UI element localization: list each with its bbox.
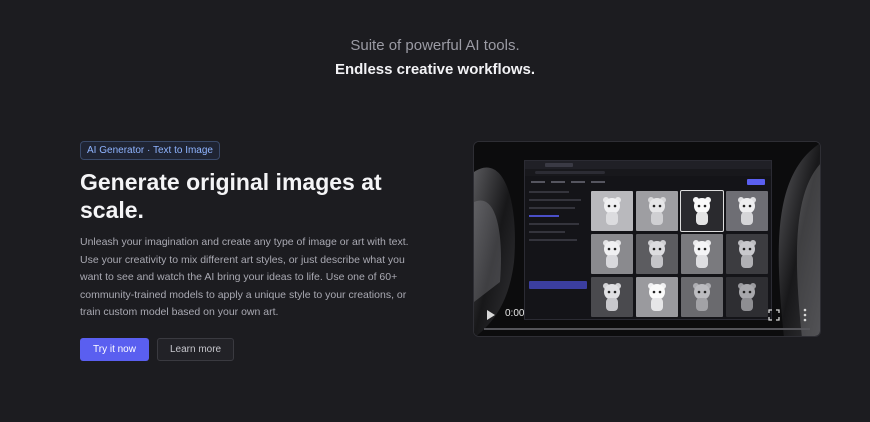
fullscreen-icon[interactable] — [768, 309, 780, 321]
generated-image — [591, 234, 633, 274]
generated-image — [636, 191, 678, 231]
generated-image — [726, 191, 768, 231]
video-progress-bar[interactable] — [484, 328, 810, 330]
video-controls: 0:00 — [474, 294, 820, 336]
generated-image — [681, 234, 723, 274]
generated-image — [636, 234, 678, 274]
app-nav — [525, 176, 771, 188]
play-icon[interactable] — [486, 309, 496, 321]
feature-description: Unleash your imagination and create any … — [80, 236, 409, 318]
feature-section: AI Generator · Text to Image Generate or… — [80, 140, 430, 361]
try-it-now-button[interactable]: Try it now — [80, 337, 149, 361]
demo-video[interactable]: 0:00 — [473, 141, 821, 337]
hero-header: Suite of powerful AI tools. Endless crea… — [0, 36, 870, 81]
video-time: 0:00 — [505, 308, 525, 319]
feature-tag: AI Generator · Text to Image — [80, 141, 220, 160]
hero-subtitle: Suite of powerful AI tools. — [350, 37, 520, 54]
more-vertical-icon[interactable] — [803, 308, 807, 322]
hero-title: Endless creative workflows. — [334, 61, 536, 78]
feature-buttons: Try it now Learn more — [80, 337, 430, 361]
generated-image — [726, 234, 768, 274]
app-sidebar — [529, 191, 587, 289]
feature-heading: Generate original images at scale. — [80, 169, 382, 223]
generated-image — [680, 190, 724, 232]
learn-more-button[interactable]: Learn more — [156, 337, 235, 361]
generated-image — [591, 191, 633, 231]
